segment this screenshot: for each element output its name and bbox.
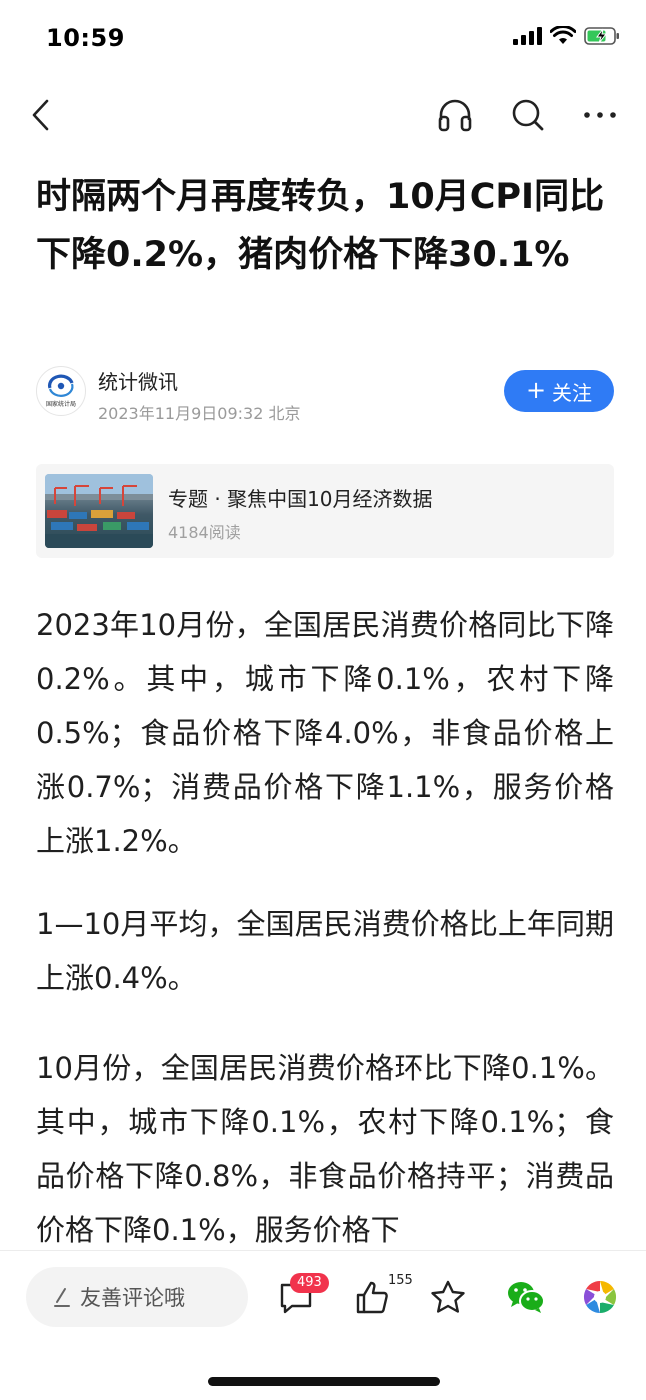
paragraph: 1—10月平均，全国居民消费价格比上年同期上涨0.4%。 [36, 907, 614, 995]
signal-icon [513, 27, 542, 45]
status-time: 10:59 [46, 24, 125, 52]
topic-reads: 4184阅读 [168, 523, 241, 542]
back-icon [32, 99, 49, 131]
nbs-logo-icon [47, 374, 74, 397]
search-button[interactable] [505, 92, 551, 138]
more-icon [584, 112, 616, 118]
author-row: 国家统计局 统计微讯 2023年11月9日09:32 北京 + 关注 [36, 360, 614, 424]
topic-thumbnail [45, 474, 153, 548]
paragraph: 2023年10月份，全国居民消费价格同比下降0.2%。其中，城市下降0.1%，农… [36, 608, 614, 858]
publish-info: 2023年11月9日09:32 北京 [98, 404, 301, 423]
bottom-action-bar: 友善评论哦 493 155 [0, 1250, 646, 1400]
pen-icon [54, 1288, 70, 1307]
share-wechat-button[interactable] [504, 1275, 548, 1319]
status-icons [513, 26, 620, 46]
wechat-icon [508, 1282, 545, 1313]
search-icon [512, 99, 544, 131]
comment-count-badge: 493 [290, 1273, 329, 1293]
follow-label: 关注 [552, 380, 593, 405]
topic-card[interactable]: 专题 · 聚焦中国10月经济数据 4184阅读 [36, 464, 614, 558]
home-indicator [208, 1377, 440, 1386]
moments-icon [583, 1281, 617, 1313]
plus-icon: + [525, 376, 547, 404]
follow-button[interactable]: + 关注 [504, 370, 614, 412]
share-moments-button[interactable] [578, 1275, 622, 1319]
wifi-icon [550, 26, 576, 44]
headphones-icon [438, 99, 472, 132]
battery-charging-icon [584, 27, 619, 45]
star-icon [431, 1280, 465, 1313]
avatar[interactable]: 国家统计局 [36, 366, 86, 416]
article-title: 时隔两个月再度转负，10月CPI同比下降0.2%，猪肉价格下降30.1% [36, 177, 605, 275]
back-button[interactable] [18, 92, 64, 138]
comment-input[interactable]: 友善评论哦 [26, 1267, 248, 1327]
status-bar: 10:59 [0, 0, 646, 80]
like-count: 155 [388, 1273, 413, 1288]
top-nav [0, 80, 646, 150]
favorite-button[interactable] [426, 1275, 470, 1319]
paragraph: 10月份，全国居民消费价格环比下降0.1%。其中，城市下降0.1%，农村下降0.… [36, 1051, 614, 1247]
author-name[interactable]: 统计微讯 [98, 366, 178, 395]
thumbs-up-icon [356, 1281, 388, 1314]
listen-button[interactable] [432, 92, 478, 138]
topic-title: 专题 · 聚焦中国10月经济数据 [168, 487, 433, 511]
more-button[interactable] [577, 92, 623, 138]
avatar-text: 国家统计局 [45, 401, 76, 408]
comment-placeholder: 友善评论哦 [80, 1286, 185, 1310]
